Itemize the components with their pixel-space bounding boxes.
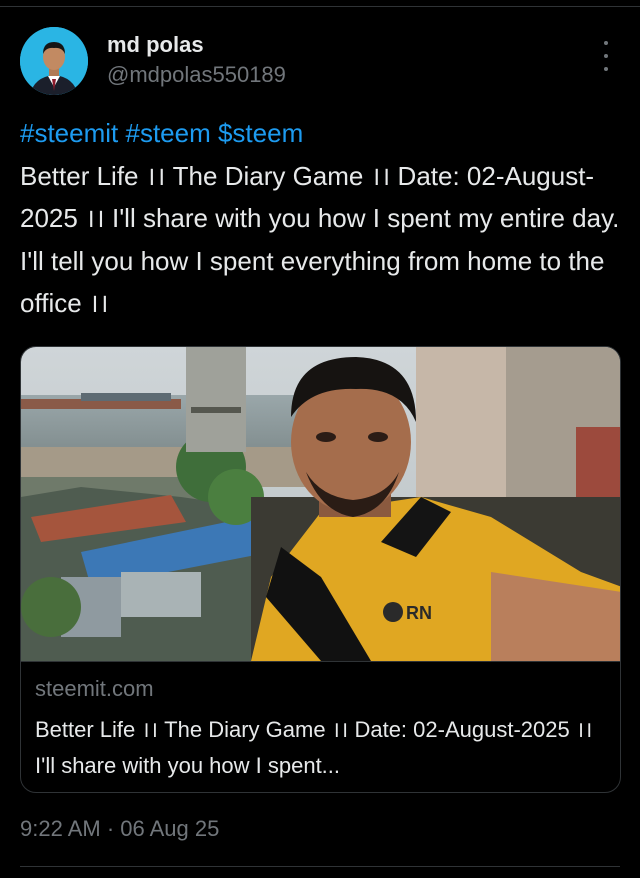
svg-text:RN: RN: [406, 603, 432, 623]
more-options-icon[interactable]: [598, 41, 614, 71]
bottom-divider: [20, 866, 620, 867]
tweet-timestamp[interactable]: 9:22 AM · 06 Aug 25: [20, 816, 219, 842]
more-dot: [604, 41, 608, 45]
link-card-image[interactable]: RN: [21, 347, 620, 661]
tweet-text: Better Life ।। The Diary Game ।। Date: 0…: [20, 160, 620, 319]
selfie-photo: RN: [21, 347, 620, 661]
avatar[interactable]: [20, 27, 88, 95]
avatar-image: [20, 27, 88, 95]
more-dot: [604, 67, 608, 71]
tweet-header: md polas @mdpolas550189: [20, 27, 620, 97]
link-card[interactable]: RN steemit.com Better Life ।। The Diary …: [20, 346, 621, 793]
display-name[interactable]: md polas: [107, 31, 286, 59]
link-card-domain: steemit.com: [35, 676, 154, 701]
more-dot: [604, 54, 608, 58]
link-card-title: Better Life ।। The Diary Game ।। Date: 0…: [35, 717, 593, 778]
link-card-body[interactable]: steemit.com Better Life ।। The Diary Gam…: [21, 661, 620, 792]
tweet-body: #steemit #steem $steem Better Life ।। Th…: [20, 112, 620, 325]
top-divider: [0, 6, 640, 7]
hashtag-links[interactable]: #steemit #steem $steem: [20, 112, 620, 155]
tweet-detail: md polas @mdpolas550189 #steemit #steem …: [0, 0, 640, 878]
handle[interactable]: @mdpolas550189: [107, 61, 286, 89]
author-names: md polas @mdpolas550189: [107, 31, 286, 89]
